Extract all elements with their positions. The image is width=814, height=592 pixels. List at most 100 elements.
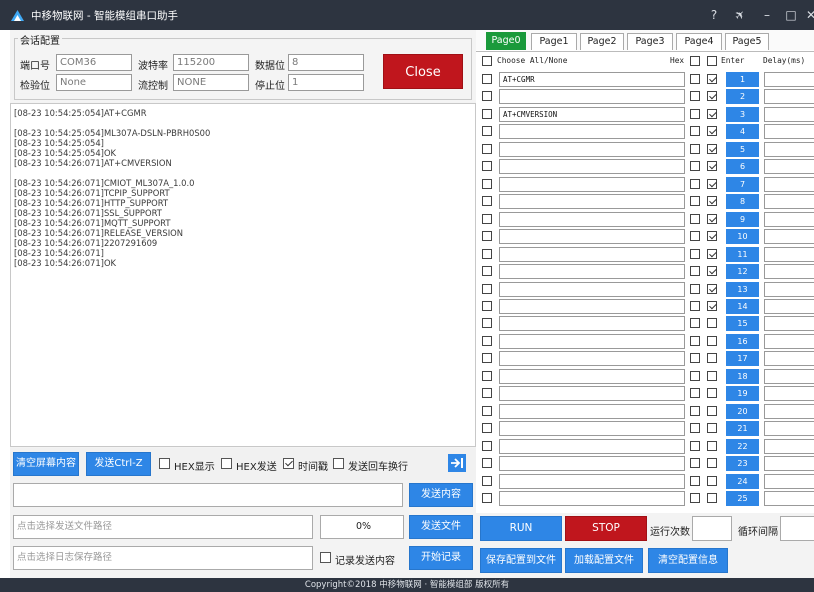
row-enter-checkbox[interactable] bbox=[707, 196, 717, 207]
command-input[interactable] bbox=[499, 211, 685, 227]
command-input[interactable] bbox=[499, 264, 685, 280]
clear-config-button[interactable]: 清空配置信息 bbox=[648, 548, 728, 573]
tab-page1[interactable]: Page1 bbox=[531, 33, 577, 50]
send-row-button[interactable]: 24 bbox=[726, 473, 759, 489]
record-checkbox[interactable] bbox=[320, 552, 331, 563]
send-row-button[interactable]: 23 bbox=[726, 456, 759, 472]
row-hex-checkbox[interactable] bbox=[690, 74, 700, 84]
row-hex-checkbox[interactable] bbox=[690, 108, 700, 119]
send-row-button[interactable]: 11 bbox=[726, 246, 759, 262]
command-input[interactable] bbox=[499, 229, 685, 245]
save-config-button[interactable]: 保存配置到文件 bbox=[480, 548, 562, 573]
row-hex-checkbox[interactable] bbox=[690, 475, 700, 486]
tab-page4[interactable]: Page4 bbox=[676, 33, 722, 50]
row-hex-checkbox[interactable] bbox=[690, 126, 700, 137]
send-row-button[interactable]: 1 bbox=[726, 72, 759, 87]
row-select-checkbox[interactable] bbox=[482, 143, 492, 154]
command-input[interactable] bbox=[499, 403, 685, 419]
command-input[interactable] bbox=[499, 281, 685, 297]
row-hex-checkbox[interactable] bbox=[690, 161, 700, 172]
send-ctrlz-button[interactable]: 发送Ctrl-Z bbox=[86, 452, 151, 476]
row-delay-input[interactable] bbox=[764, 246, 814, 262]
row-delay-input[interactable] bbox=[764, 106, 814, 122]
port-select[interactable]: COM36 bbox=[56, 54, 132, 71]
row-hex-checkbox[interactable] bbox=[690, 458, 700, 469]
send-row-button[interactable]: 25 bbox=[726, 491, 759, 507]
command-input[interactable] bbox=[499, 438, 685, 454]
command-input[interactable]: AT+CMVERSION bbox=[499, 106, 685, 122]
clear-screen-button[interactable]: 清空屏幕内容 bbox=[13, 452, 79, 476]
send-row-button[interactable]: 14 bbox=[726, 298, 759, 314]
row-enter-checkbox[interactable] bbox=[707, 405, 717, 416]
tab-page2[interactable]: Page2 bbox=[580, 33, 624, 50]
send-row-button[interactable]: 9 bbox=[726, 211, 759, 227]
row-hex-checkbox[interactable] bbox=[690, 423, 700, 434]
row-select-checkbox[interactable] bbox=[482, 91, 492, 102]
tab-page0[interactable]: Page0 bbox=[486, 32, 526, 50]
send-row-button[interactable]: 7 bbox=[726, 176, 759, 192]
close-port-button[interactable]: Close bbox=[383, 54, 463, 89]
send-row-button[interactable]: 12 bbox=[726, 264, 759, 280]
send-row-button[interactable]: 21 bbox=[726, 421, 759, 437]
row-enter-checkbox[interactable] bbox=[707, 74, 717, 84]
row-select-checkbox[interactable] bbox=[482, 458, 492, 469]
row-enter-checkbox[interactable] bbox=[707, 353, 717, 364]
row-enter-checkbox[interactable] bbox=[707, 108, 717, 119]
row-delay-input[interactable] bbox=[764, 159, 814, 175]
maximize-icon[interactable]: □ bbox=[781, 5, 801, 25]
row-delay-input[interactable] bbox=[764, 368, 814, 384]
row-hex-checkbox[interactable] bbox=[690, 493, 700, 504]
row-select-checkbox[interactable] bbox=[482, 196, 492, 207]
start-record-button[interactable]: 开始记录 bbox=[409, 546, 473, 570]
send-row-button[interactable]: 19 bbox=[726, 386, 759, 402]
row-hex-checkbox[interactable] bbox=[690, 388, 700, 399]
row-hex-checkbox[interactable] bbox=[690, 91, 700, 102]
row-enter-checkbox[interactable] bbox=[707, 458, 717, 469]
row-hex-checkbox[interactable] bbox=[690, 335, 700, 346]
row-select-checkbox[interactable] bbox=[482, 300, 492, 311]
stop-button[interactable]: STOP bbox=[565, 516, 647, 541]
row-enter-checkbox[interactable] bbox=[707, 248, 717, 259]
send-input[interactable] bbox=[13, 483, 403, 507]
load-config-button[interactable]: 加载配置文件 bbox=[565, 548, 643, 573]
row-select-checkbox[interactable] bbox=[482, 74, 492, 84]
minimize-icon[interactable]: – bbox=[757, 5, 777, 25]
parity-select[interactable]: None bbox=[56, 74, 132, 91]
row-enter-checkbox[interactable] bbox=[707, 126, 717, 137]
hex-display-checkbox[interactable] bbox=[159, 458, 170, 469]
send-row-button[interactable]: 8 bbox=[726, 194, 759, 210]
row-hex-checkbox[interactable] bbox=[690, 248, 700, 259]
send-newline-checkbox[interactable] bbox=[333, 458, 344, 469]
row-hex-checkbox[interactable] bbox=[690, 405, 700, 416]
send-row-button[interactable]: 15 bbox=[726, 316, 759, 332]
row-delay-input[interactable] bbox=[764, 473, 814, 489]
baud-select[interactable]: 115200 bbox=[173, 54, 249, 71]
row-hex-checkbox[interactable] bbox=[690, 300, 700, 311]
row-hex-checkbox[interactable] bbox=[690, 370, 700, 381]
row-delay-input[interactable] bbox=[764, 456, 814, 472]
command-input[interactable] bbox=[499, 316, 685, 332]
command-input[interactable] bbox=[499, 194, 685, 210]
row-hex-checkbox[interactable] bbox=[690, 283, 700, 294]
row-select-checkbox[interactable] bbox=[482, 126, 492, 137]
send-row-button[interactable]: 20 bbox=[726, 403, 759, 419]
command-input[interactable] bbox=[499, 246, 685, 262]
help-icon[interactable]: ? bbox=[704, 5, 724, 25]
row-delay-input[interactable] bbox=[764, 298, 814, 314]
row-enter-checkbox[interactable] bbox=[707, 213, 717, 224]
row-enter-checkbox[interactable] bbox=[707, 370, 717, 381]
row-select-checkbox[interactable] bbox=[482, 318, 492, 329]
row-hex-checkbox[interactable] bbox=[690, 213, 700, 224]
row-select-checkbox[interactable] bbox=[482, 161, 492, 172]
command-input[interactable]: AT+CGMR bbox=[499, 72, 685, 87]
send-row-button[interactable]: 13 bbox=[726, 281, 759, 297]
command-input[interactable] bbox=[499, 368, 685, 384]
command-input[interactable] bbox=[499, 298, 685, 314]
row-select-checkbox[interactable] bbox=[482, 475, 492, 486]
tab-page5[interactable]: Page5 bbox=[725, 33, 769, 50]
row-select-checkbox[interactable] bbox=[482, 353, 492, 364]
command-input[interactable] bbox=[499, 421, 685, 437]
tab-page3[interactable]: Page3 bbox=[627, 33, 673, 50]
row-select-checkbox[interactable] bbox=[482, 178, 492, 189]
row-enter-checkbox[interactable] bbox=[707, 178, 717, 189]
